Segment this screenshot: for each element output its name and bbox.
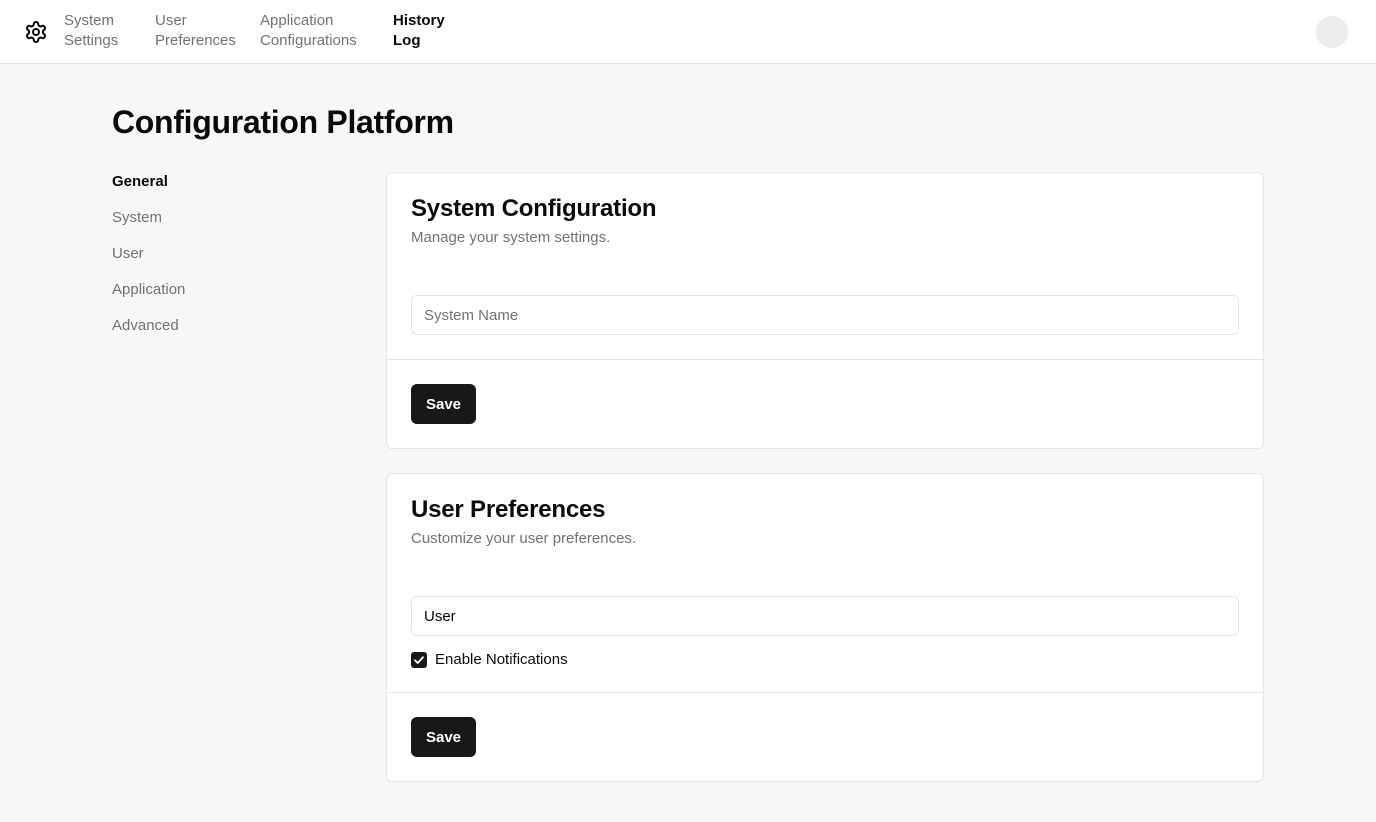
card-title: System Configuration <box>411 195 657 222</box>
nav-link-user-preferences[interactable]: User Preferences <box>155 11 236 51</box>
sidebar-item-advanced[interactable]: Advanced <box>112 316 179 336</box>
save-button[interactable]: Save <box>411 384 476 424</box>
user-name-input[interactable] <box>411 596 1239 636</box>
check-icon <box>414 656 424 664</box>
save-button[interactable]: Save <box>411 717 476 757</box>
card-divider <box>387 359 1263 360</box>
enable-notifications-checkbox[interactable] <box>411 652 427 668</box>
nav-link-line: History <box>393 12 445 29</box>
top-nav-bar: System Settings User Preferences Applica… <box>0 0 1376 64</box>
user-preferences-card: User Preferences Customize your user pre… <box>386 473 1264 782</box>
card-title: User Preferences <box>411 496 606 523</box>
sidebar-item-general[interactable]: General <box>112 172 168 192</box>
nav-link-line: User <box>155 12 187 29</box>
nav-link-line: System <box>64 12 115 29</box>
gear-icon[interactable] <box>24 20 48 44</box>
avatar[interactable] <box>1316 16 1348 48</box>
card-description: Manage your system settings. <box>411 229 611 246</box>
card-divider <box>387 692 1263 693</box>
page-title: Configuration Platform <box>112 104 454 140</box>
sidebar-item-user[interactable]: User <box>112 244 144 264</box>
nav-link-line: Log <box>393 32 421 49</box>
nav-link-application-configurations[interactable]: Application Configurations <box>260 11 357 51</box>
system-configuration-card: System Configuration Manage your system … <box>386 172 1264 449</box>
nav-link-line: Application <box>260 12 334 29</box>
nav-link-history-log[interactable]: History Log <box>393 11 445 51</box>
nav-link-line: Settings <box>64 32 119 49</box>
system-name-input[interactable] <box>411 295 1239 335</box>
enable-notifications-label[interactable]: Enable Notifications <box>435 650 568 670</box>
nav-link-line: Configurations <box>260 32 357 49</box>
card-description: Customize your user preferences. <box>411 530 637 547</box>
nav-link-system-settings[interactable]: System Settings <box>64 11 118 51</box>
sidebar-item-application[interactable]: Application <box>112 280 185 300</box>
sidebar-item-system[interactable]: System <box>112 208 162 228</box>
nav-link-line: Preferences <box>155 32 236 49</box>
